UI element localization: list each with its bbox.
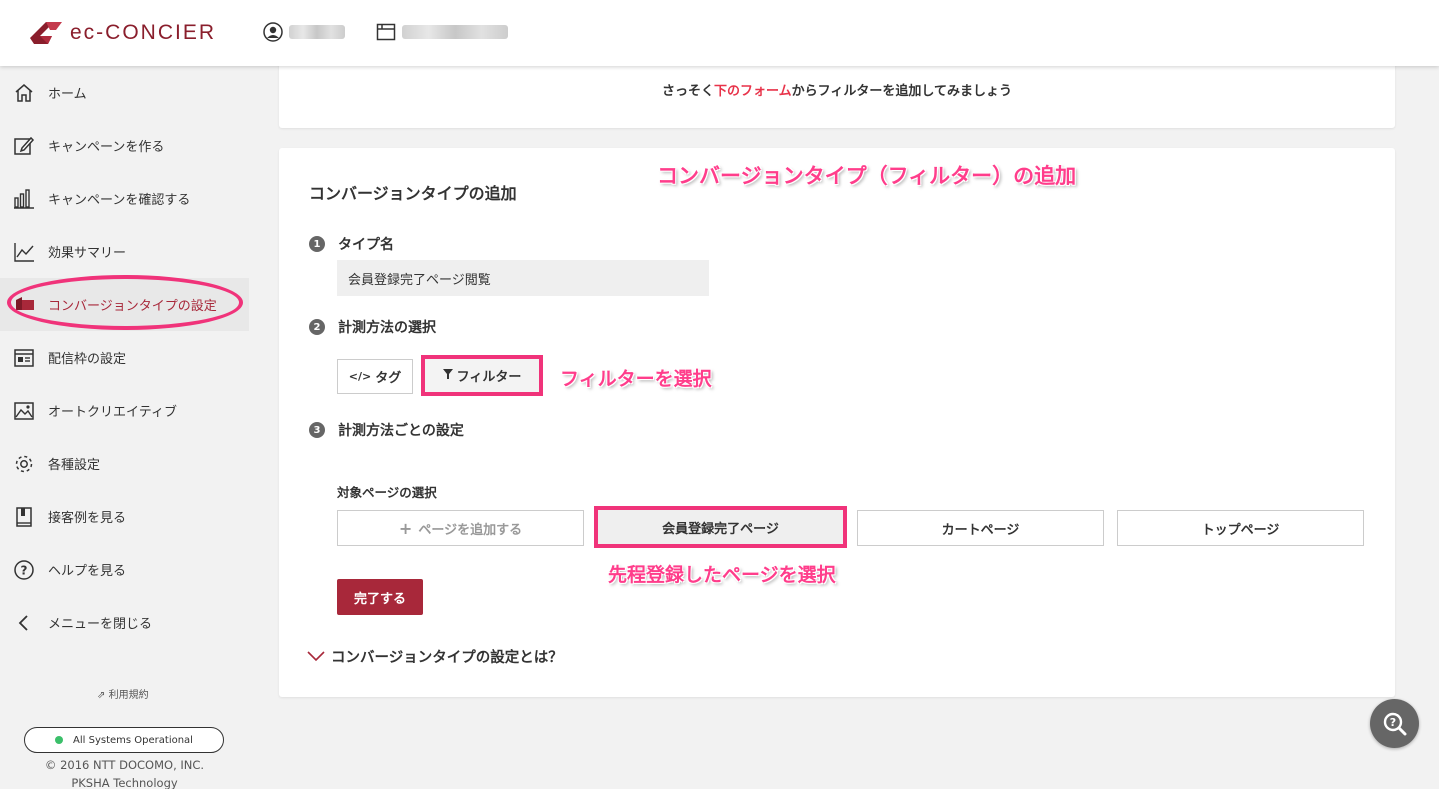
step-method-settings: 3 計測方法ごとの設定 xyxy=(309,420,464,440)
code-icon: </> xyxy=(348,370,372,383)
image-icon xyxy=(12,399,36,423)
bar-chart-icon xyxy=(12,187,36,211)
edit-icon xyxy=(12,134,36,158)
step-label: 計測方法ごとの設定 xyxy=(338,423,464,439)
sidebar-item-create-campaign[interactable]: キャンペーンを作る xyxy=(0,119,249,172)
sidebar-item-label: キャンペーンを作る xyxy=(48,140,165,155)
sidebar-item-placement[interactable]: 配信枠の設定 xyxy=(0,331,249,384)
help-icon: ? xyxy=(12,558,36,582)
terms-label: 利用規約 xyxy=(108,690,149,701)
add-page-label: ページを追加する xyxy=(418,522,523,538)
user-menu[interactable] xyxy=(263,22,345,42)
complete-button[interactable]: 完了する xyxy=(337,579,423,615)
filter-method-button[interactable]: フィルター xyxy=(421,355,543,396)
step-measurement-method: 2 計測方法の選択 xyxy=(309,317,436,337)
faq-toggle[interactable]: コンバージョンタイプの設定とは？ xyxy=(307,646,563,667)
type-name-input[interactable] xyxy=(337,260,709,296)
logo[interactable]: ec-CONCIER xyxy=(28,18,216,48)
intro-card: さっそく下のフォームからフィルターを追加してみましょう xyxy=(279,60,1395,128)
app-header: ec-CONCIER xyxy=(0,0,1439,66)
copyright-line: © 2016 NTT DOCOMO, INC. xyxy=(44,758,205,772)
step-label: タイプ名 xyxy=(338,237,394,253)
copyright: © 2016 NTT DOCOMO, INC. PKSHA Technology xyxy=(0,756,249,789)
terms-link[interactable]: ⇗ 利用規約 xyxy=(97,686,149,701)
tag-method-button[interactable]: </> タグ xyxy=(337,359,413,394)
sidebar-item-examples[interactable]: 接客例を見る xyxy=(0,490,249,543)
sidebar-item-label: 効果サマリー xyxy=(48,246,127,261)
home-icon xyxy=(12,81,36,105)
page-option-cart[interactable]: カートページ xyxy=(857,510,1104,546)
step-type-name: 1 タイプ名 xyxy=(309,234,394,254)
svg-text:?: ? xyxy=(1389,716,1395,729)
line-chart-icon xyxy=(12,240,36,264)
intro-text-before: さっそく xyxy=(662,84,715,99)
step-number: 2 xyxy=(309,319,325,335)
gear-icon xyxy=(12,452,36,476)
book-icon xyxy=(12,505,36,529)
filter-icon xyxy=(442,368,453,383)
sidebar-item-check-campaign[interactable]: キャンペーンを確認する xyxy=(0,172,249,225)
add-page-button[interactable]: + ページを追加する xyxy=(337,510,584,546)
store-menu[interactable] xyxy=(376,22,508,42)
search-question-icon: ? xyxy=(1383,712,1406,735)
sidebar-item-label: オートクリエイティブ xyxy=(48,405,177,420)
page-option-label: 会員登録完了ページ xyxy=(662,521,779,537)
annotation-page: 先程登録したページを選択 xyxy=(608,564,836,586)
search-help-button[interactable]: ? xyxy=(1370,699,1419,748)
sidebar-item-label: 配信枠の設定 xyxy=(48,352,127,367)
external-link-icon: ⇗ xyxy=(97,690,106,701)
user-icon xyxy=(263,22,283,42)
conversion-icon xyxy=(12,293,36,317)
step-label: 計測方法の選択 xyxy=(338,320,436,336)
step-number: 3 xyxy=(309,422,325,438)
step-number: 1 xyxy=(309,236,325,252)
sidebar-item-label: 接客例を見る xyxy=(48,511,127,526)
plus-icon: + xyxy=(398,518,413,538)
sidebar-item-summary[interactable]: 効果サマリー xyxy=(0,225,249,278)
page-option-member-complete[interactable]: 会員登録完了ページ xyxy=(594,506,847,548)
tag-method-label: タグ xyxy=(375,371,402,386)
redacted-user-name xyxy=(289,25,345,39)
chevron-left-icon xyxy=(12,611,36,635)
annotation-filter: フィルターを選択 xyxy=(560,368,712,390)
logo-mark-icon xyxy=(30,22,62,44)
sidebar-item-label: 各種設定 xyxy=(48,458,101,473)
page-option-label: トップページ xyxy=(1201,522,1280,538)
status-badge[interactable]: All Systems Operational xyxy=(24,727,224,753)
sidebar-item-label: メニューを閉じる xyxy=(48,617,153,632)
sidebar-item-settings[interactable]: 各種設定 xyxy=(0,437,249,490)
status-dot-icon xyxy=(55,736,64,744)
intro-link[interactable]: 下のフォーム xyxy=(714,84,792,99)
chevron-down-icon xyxy=(307,647,325,666)
page-option-top[interactable]: トップページ xyxy=(1117,510,1364,546)
redacted-store-name xyxy=(402,25,508,39)
sidebar-item-help[interactable]: ? ヘルプを見る xyxy=(0,543,249,596)
annotation-title: コンバージョンタイプ（フィルター）の追加 xyxy=(657,164,1077,188)
sidebar: ホーム キャンペーンを作る キャンペーンを確認する 効果サマリー コンバージョン… xyxy=(0,66,249,789)
form-title: コンバージョンタイプの追加 xyxy=(309,184,517,203)
sidebar-item-label: コンバージョンタイプの設定 xyxy=(48,299,217,314)
target-page-label: 対象ページの選択 xyxy=(337,485,437,500)
intro-text: さっそく下のフォームからフィルターを追加してみましょう xyxy=(279,80,1395,99)
conversion-type-form: コンバージョンタイプの追加 コンバージョンタイプ（フィルター）の追加 1 タイプ… xyxy=(279,148,1395,697)
copyright-line: PKSHA Technology xyxy=(71,776,178,789)
svg-text:?: ? xyxy=(21,563,28,577)
logo-text: ec-CONCIER xyxy=(70,21,217,44)
sidebar-item-close-menu[interactable]: メニューを閉じる xyxy=(0,596,249,649)
layout-icon xyxy=(12,346,36,370)
sidebar-item-conversion-type[interactable]: コンバージョンタイプの設定 xyxy=(0,278,249,331)
status-text: All Systems Operational xyxy=(73,734,193,746)
sidebar-item-home[interactable]: ホーム xyxy=(0,66,249,119)
window-icon xyxy=(376,23,396,41)
intro-text-after: からフィルターを追加してみましょう xyxy=(791,84,1012,99)
sidebar-item-label: ヘルプを見る xyxy=(48,564,127,579)
sidebar-item-auto-creative[interactable]: オートクリエイティブ xyxy=(0,384,249,437)
sidebar-item-label: ホーム xyxy=(48,87,87,102)
page-option-label: カートページ xyxy=(941,522,1020,538)
faq-label: コンバージョンタイプの設定とは？ xyxy=(331,650,563,666)
filter-method-label: フィルター xyxy=(456,370,522,385)
sidebar-item-label: キャンペーンを確認する xyxy=(48,193,191,208)
